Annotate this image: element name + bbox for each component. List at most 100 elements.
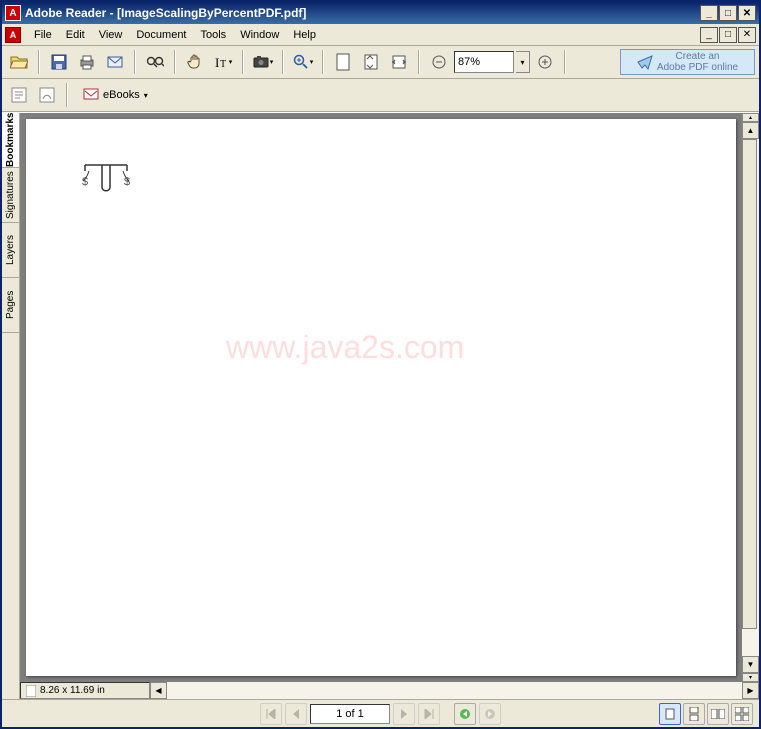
hscroll-track[interactable]	[167, 682, 742, 699]
email-button[interactable]	[102, 49, 128, 75]
hscroll-right-button[interactable]: ▶	[742, 682, 759, 699]
separator	[564, 50, 566, 74]
facing-page-button[interactable]	[707, 703, 729, 725]
window-controls: _ □ ✕	[700, 5, 756, 21]
secondary-toolbar: eBooks ▾	[2, 79, 759, 112]
prev-page-button[interactable]	[285, 703, 307, 725]
zoom-plus-button[interactable]	[532, 49, 558, 75]
tab-pages[interactable]: Pages	[2, 278, 19, 333]
document-area: $ $ www.java2s.com ▴ ▲ ▼ ▾	[20, 113, 759, 699]
snapshot-tool-button[interactable]	[250, 49, 276, 75]
toolbar-button-b[interactable]	[34, 82, 60, 108]
mdi-minimize-button[interactable]: _	[700, 27, 718, 43]
search-button[interactable]	[142, 49, 168, 75]
restore-button[interactable]: □	[719, 5, 737, 21]
zoom-dropdown-button[interactable]: ▾	[516, 51, 530, 73]
page-icon	[26, 685, 36, 697]
content-area: Bookmarks Signatures Layers Pages $ $	[2, 112, 759, 699]
separator	[66, 83, 68, 107]
app-icon: A	[5, 5, 21, 21]
navigation-panel: Bookmarks Signatures Layers Pages	[2, 113, 20, 699]
mdi-close-button[interactable]: ✕	[738, 27, 756, 43]
last-page-button[interactable]	[418, 703, 440, 725]
horizontal-scrollbar[interactable]: ◀ ▶	[150, 682, 759, 699]
separator	[282, 50, 284, 74]
scroll-track[interactable]	[742, 139, 759, 656]
zoom-input[interactable]	[454, 51, 514, 73]
title-bar[interactable]: A Adobe Reader - [ImageScalingByPercentP…	[2, 2, 759, 24]
paper-plane-icon	[637, 54, 653, 70]
select-text-button[interactable]: IT	[210, 49, 236, 75]
prev-view-button[interactable]	[454, 703, 476, 725]
horizontal-scroll-row: 8.26 x 11.69 in ◀ ▶	[20, 682, 759, 699]
create-pdf-label-1: Create an	[657, 51, 738, 62]
first-page-button[interactable]	[260, 703, 282, 725]
actual-size-button[interactable]	[330, 49, 356, 75]
ebooks-button[interactable]: eBooks ▾	[74, 83, 157, 107]
page-dimensions-text: 8.26 x 11.69 in	[40, 685, 105, 696]
menu-help[interactable]: Help	[286, 27, 323, 43]
tab-bookmarks[interactable]: Bookmarks	[2, 113, 19, 168]
menu-tools[interactable]: Tools	[194, 27, 234, 43]
scroll-caplet-up[interactable]: ▴	[742, 113, 759, 122]
svg-text:I: I	[215, 55, 219, 70]
print-button[interactable]	[74, 49, 100, 75]
separator	[134, 50, 136, 74]
separator	[418, 50, 420, 74]
tab-layers[interactable]: Layers	[2, 223, 19, 278]
continuous-facing-button[interactable]	[731, 703, 753, 725]
menu-document[interactable]: Document	[129, 27, 193, 43]
zoom-in-button[interactable]	[290, 49, 316, 75]
embedded-image: $ $	[81, 161, 131, 200]
toolbar-button-a[interactable]	[6, 82, 32, 108]
mdi-restore-button[interactable]: □	[719, 27, 737, 43]
separator	[38, 50, 40, 74]
minimize-button[interactable]: _	[700, 5, 718, 21]
ebooks-label: eBooks	[103, 89, 140, 101]
menu-window[interactable]: Window	[233, 27, 286, 43]
scroll-down-button[interactable]: ▼	[742, 656, 759, 673]
next-page-button[interactable]	[393, 703, 415, 725]
fit-page-button[interactable]	[358, 49, 384, 75]
scroll-caplet-down[interactable]: ▾	[742, 673, 759, 682]
menu-view[interactable]: View	[92, 27, 130, 43]
hscroll-left-button[interactable]: ◀	[150, 682, 167, 699]
mdi-controls: _ □ ✕	[700, 27, 756, 43]
tab-signatures[interactable]: Signatures	[2, 168, 19, 223]
dropdown-arrow-icon: ▾	[144, 91, 148, 100]
menu-edit[interactable]: Edit	[59, 27, 92, 43]
document-viewport: $ $ www.java2s.com ▴ ▲ ▼ ▾	[20, 113, 759, 682]
watermark-text: www.java2s.com	[226, 329, 464, 366]
create-pdf-label-2: Adobe PDF online	[657, 62, 738, 73]
pdf-page[interactable]: $ $ www.java2s.com	[26, 119, 736, 676]
page-navigation-controls	[260, 703, 501, 725]
doc-icon: A	[5, 27, 21, 43]
page-dimensions-indicator: 8.26 x 11.69 in	[20, 682, 150, 699]
open-button[interactable]	[6, 49, 32, 75]
zoom-out-button[interactable]	[426, 49, 452, 75]
continuous-page-button[interactable]	[683, 703, 705, 725]
main-toolbar: IT ▾ Create an Adobe PDF online	[2, 46, 759, 79]
fit-width-button[interactable]	[386, 49, 412, 75]
svg-text:T: T	[220, 59, 226, 70]
menu-bar: A File Edit View Document Tools Window H…	[2, 24, 759, 46]
scroll-up-button[interactable]: ▲	[742, 122, 759, 139]
hand-tool-button[interactable]	[182, 49, 208, 75]
separator	[242, 50, 244, 74]
close-button[interactable]: ✕	[738, 5, 756, 21]
vertical-scrollbar[interactable]: ▴ ▲ ▼ ▾	[742, 113, 759, 682]
create-pdf-online-button[interactable]: Create an Adobe PDF online	[620, 49, 755, 75]
window-title: Adobe Reader - [ImageScalingByPercentPDF…	[25, 6, 700, 20]
svg-text:$: $	[124, 176, 130, 188]
status-bar	[2, 699, 759, 727]
single-page-button[interactable]	[659, 703, 681, 725]
separator	[174, 50, 176, 74]
scroll-thumb[interactable]	[742, 139, 757, 629]
page-number-input[interactable]	[310, 704, 390, 724]
menu-file[interactable]: File	[27, 27, 59, 43]
separator	[322, 50, 324, 74]
save-button[interactable]	[46, 49, 72, 75]
application-window: A Adobe Reader - [ImageScalingByPercentP…	[0, 0, 761, 729]
page-layout-controls	[659, 703, 753, 725]
next-view-button[interactable]	[479, 703, 501, 725]
